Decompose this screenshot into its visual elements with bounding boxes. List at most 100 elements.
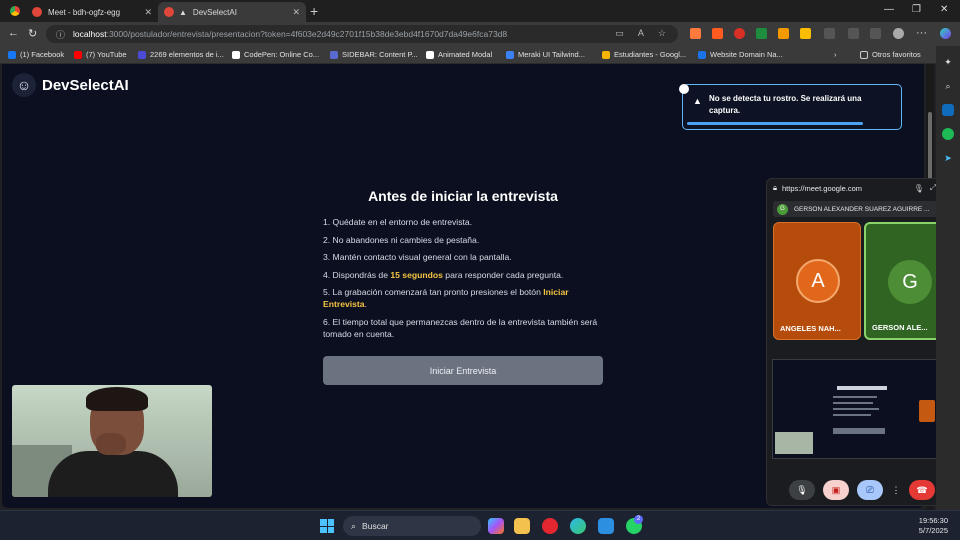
brand-name: DevSelectAI bbox=[42, 76, 129, 94]
presenter-bar: G GERSON ALEXANDER SUAREZ AGUIRRE ... ⋮ bbox=[773, 201, 949, 217]
rule-text: . bbox=[364, 299, 367, 309]
extension-icon[interactable] bbox=[756, 28, 767, 39]
extension-icon[interactable] bbox=[800, 28, 811, 39]
lock-icon: 🔒︎ bbox=[773, 183, 777, 192]
participant-tile[interactable]: A ANGELES NAH... bbox=[773, 222, 861, 340]
extension-icon[interactable] bbox=[778, 28, 789, 39]
bookmark-label: SIDEBAR: Content P... bbox=[342, 50, 418, 59]
vscode-icon[interactable] bbox=[598, 518, 614, 534]
taskbar-search[interactable]: ⌕ Buscar bbox=[343, 516, 481, 536]
bookmark-meraki[interactable]: Meraki UI Tailwind... bbox=[506, 50, 585, 59]
bookmark-elements[interactable]: 2269 elementos de i... bbox=[138, 50, 224, 59]
windows-start-icon[interactable] bbox=[320, 519, 334, 533]
brand[interactable]: ☺ DevSelectAI bbox=[12, 73, 129, 97]
face-warning-toast: ▲ No se detecta tu rostro. Se realizará … bbox=[679, 84, 902, 130]
bookmark-sidebar[interactable]: SIDEBAR: Content P... bbox=[330, 50, 418, 59]
extension-icon[interactable] bbox=[712, 28, 723, 39]
codepen-icon bbox=[232, 50, 240, 59]
rule-highlight: 15 segundos bbox=[390, 269, 443, 280]
copilot-icon[interactable]: ✦ bbox=[942, 56, 954, 68]
more-menu-icon[interactable]: ··· bbox=[916, 27, 927, 39]
bookmark-youtube[interactable]: (7) YouTube bbox=[74, 50, 127, 59]
search-label: Buscar bbox=[362, 521, 389, 531]
search-icon[interactable]: ⌕ bbox=[942, 80, 954, 92]
extensions-puzzle-icon[interactable] bbox=[824, 28, 835, 39]
share-mini-heading bbox=[837, 386, 887, 390]
toast-close-dot[interactable] bbox=[679, 84, 689, 94]
file-explorer-icon[interactable] bbox=[514, 518, 530, 534]
rules-list: 1. Quédate en el entorno de entrevista. … bbox=[323, 216, 605, 345]
rule-text: 4. Dispondrás de bbox=[323, 269, 391, 280]
bookmark-estudiantes[interactable]: Estudiantes - Googl... bbox=[602, 50, 686, 59]
new-tab-button[interactable]: + bbox=[310, 3, 318, 19]
warning-icon: ▲ bbox=[693, 96, 702, 106]
spotify-icon[interactable] bbox=[942, 128, 954, 140]
call-controls: 🎙︎ ▣ ⎚ ⋮ ☎︎ bbox=[767, 475, 955, 505]
bookmark-facebook[interactable]: (1) Facebook bbox=[8, 50, 64, 59]
close-icon[interactable]: ✕ bbox=[292, 7, 300, 18]
mic-button[interactable]: 🎙︎ bbox=[789, 480, 815, 500]
share-mini-button bbox=[833, 428, 885, 434]
camera-off-button[interactable]: ▣ bbox=[823, 480, 849, 500]
webcam-person-hand bbox=[96, 433, 126, 455]
share-mini-tile bbox=[919, 400, 935, 422]
opera-icon[interactable] bbox=[542, 518, 558, 534]
url-actions[interactable]: ▭ A ☆ bbox=[615, 28, 672, 39]
other-favorites[interactable]: Otros favoritos bbox=[860, 50, 921, 59]
present-button[interactable]: ⎚ bbox=[857, 480, 883, 500]
presenter-name: GERSON ALEXANDER SUAREZ AGUIRRE ... bbox=[794, 205, 930, 213]
restore-button[interactable]: ❐ bbox=[912, 4, 921, 15]
more-options-icon[interactable]: ⋮ bbox=[891, 480, 901, 500]
bookmark-label: Animated Modal bbox=[438, 50, 493, 59]
back-icon[interactable]: ← bbox=[8, 27, 19, 39]
telegram-icon[interactable]: ➤ bbox=[942, 152, 954, 164]
share-mini-line bbox=[833, 396, 877, 398]
meet-pip-window: 🔒︎ https://meet.google.com 🎙︎ ⤢ ✕ G GERS… bbox=[766, 178, 956, 506]
outlook-icon[interactable] bbox=[942, 104, 954, 116]
bookmarks-overflow-icon[interactable]: › bbox=[834, 50, 837, 59]
browser-menu-icon[interactable] bbox=[10, 6, 20, 16]
record-icon bbox=[164, 7, 174, 17]
extension-icon[interactable] bbox=[734, 28, 745, 39]
bookmark-label: CodePen: Online Co... bbox=[244, 50, 320, 59]
meet-record-icon bbox=[32, 7, 42, 17]
url-host: localhost bbox=[73, 29, 107, 39]
bookmark-codepen[interactable]: CodePen: Online Co... bbox=[232, 50, 319, 59]
bookmark-label: Estudiantes - Googl... bbox=[614, 50, 687, 59]
copilot-app-icon[interactable] bbox=[488, 518, 504, 534]
url-field[interactable]: ⓘ localhost:3000/postulador/entrevista/p… bbox=[46, 25, 678, 43]
start-interview-button[interactable]: Iniciar Entrevista bbox=[323, 356, 603, 385]
favorites-icon[interactable] bbox=[848, 28, 859, 39]
share-mini-line bbox=[833, 408, 879, 410]
collections-icon[interactable] bbox=[870, 28, 881, 39]
site-info-icon[interactable]: ⓘ bbox=[56, 28, 65, 41]
pip-header: 🔒︎ https://meet.google.com 🎙︎ ⤢ ✕ bbox=[767, 179, 955, 197]
mic-icon[interactable]: 🎙︎ bbox=[914, 184, 924, 193]
bookmark-website-domain[interactable]: Website Domain Na... bbox=[698, 50, 783, 59]
system-clock[interactable]: 19:56:30 5/7/2025 bbox=[919, 516, 948, 536]
hang-up-button[interactable]: ☎︎ bbox=[909, 480, 935, 500]
edge-icon[interactable] bbox=[570, 518, 586, 534]
close-icon[interactable]: ✕ bbox=[144, 7, 152, 18]
minimize-button[interactable]: — bbox=[884, 4, 894, 15]
webcam-preview bbox=[12, 385, 212, 497]
rule-text: 5. La grabación comenzará tan pronto pre… bbox=[323, 287, 544, 297]
close-window-button[interactable]: ✕ bbox=[940, 4, 948, 15]
copilot-icon[interactable] bbox=[940, 28, 951, 39]
share-mini-webcam bbox=[775, 432, 813, 454]
bookmark-animated-modal[interactable]: Animated Modal bbox=[426, 50, 492, 59]
tab-devselectai[interactable]: ▲ DevSelectAI ✕ bbox=[158, 2, 306, 22]
page-title: Antes de iniciar la entrevista bbox=[368, 188, 558, 204]
bookmark-label: Otros favoritos bbox=[872, 50, 921, 59]
participant-name: ANGELES NAH... bbox=[780, 324, 841, 333]
reload-icon[interactable]: ↻ bbox=[28, 27, 37, 40]
participant-avatar: G bbox=[888, 260, 932, 304]
extension-icon[interactable] bbox=[690, 28, 701, 39]
rule-item: 2. No abandones ni cambies de pestaña. bbox=[323, 234, 480, 245]
tab-meet[interactable]: Meet - bdh-ogfz-egg ✕ bbox=[26, 2, 158, 22]
avatar[interactable] bbox=[893, 28, 904, 39]
app-favicon-icon: ▲ bbox=[179, 7, 187, 17]
pip-url: https://meet.google.com bbox=[782, 183, 863, 193]
participant-name: GERSON ALE... bbox=[872, 323, 928, 332]
tab-title: Meet - bdh-ogfz-egg bbox=[48, 7, 121, 17]
